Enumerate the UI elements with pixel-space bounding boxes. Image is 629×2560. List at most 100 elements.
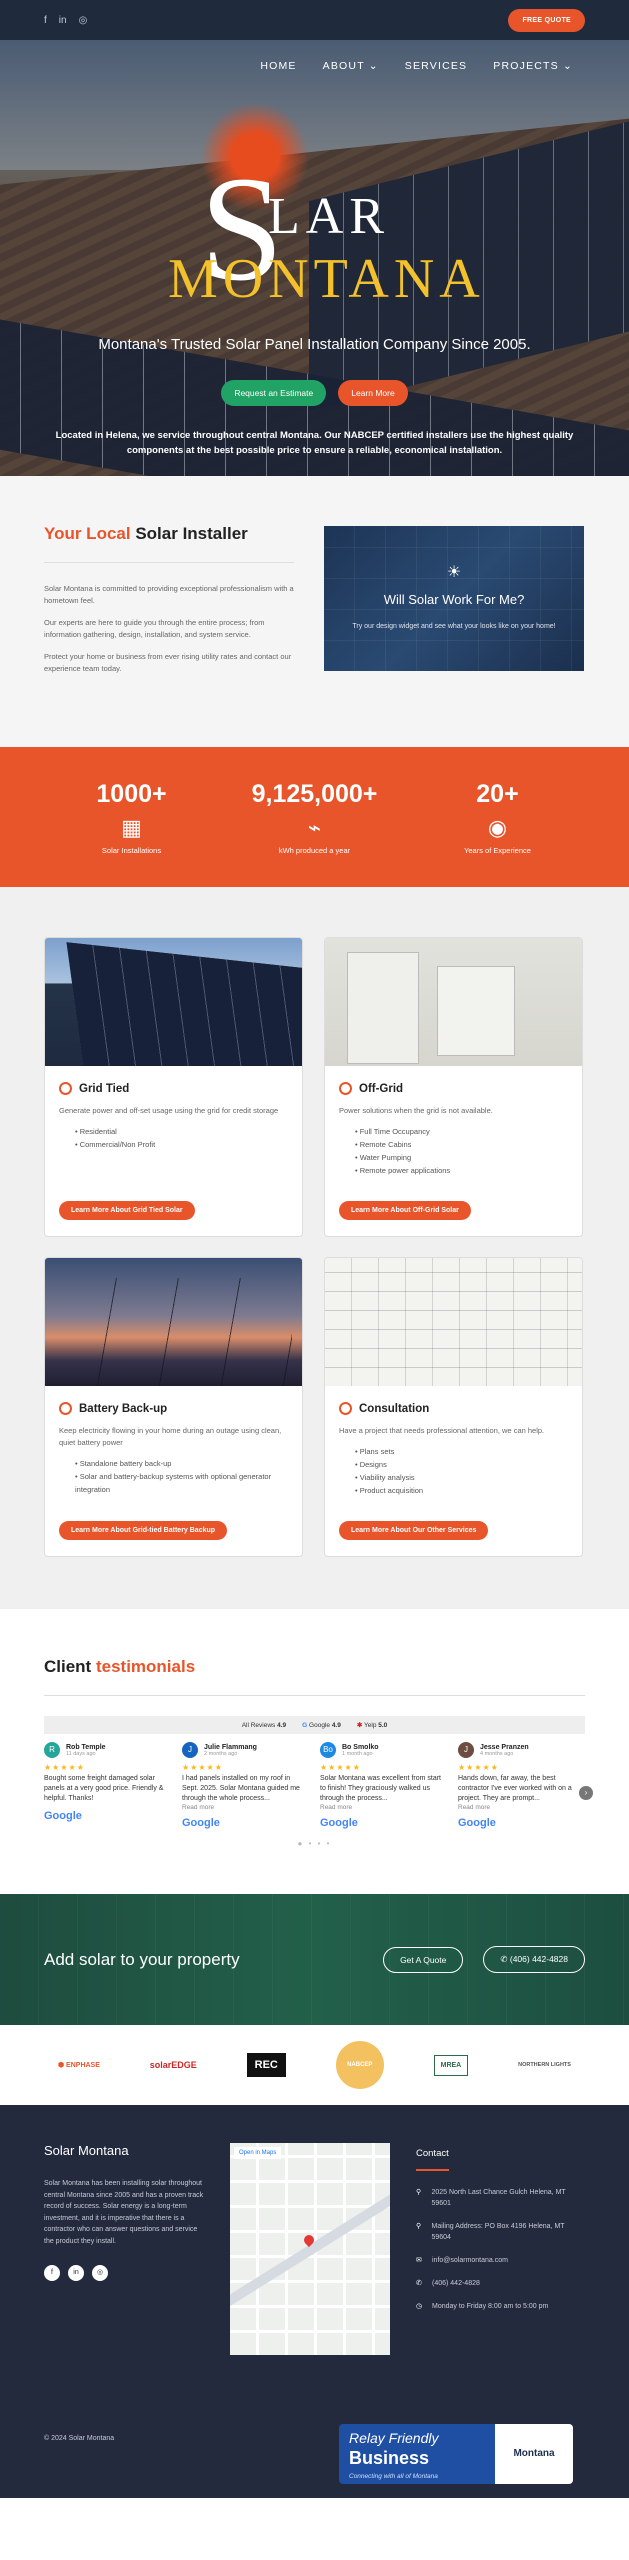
battery-backup-image xyxy=(45,1258,302,1386)
stat-label: kWh produced a year xyxy=(278,845,351,855)
testimonials-section: Client testimonials All Reviews 4.9 G Go… xyxy=(0,1609,629,1894)
read-more-link[interactable]: Read more xyxy=(320,1804,444,1811)
service-title: Consultation xyxy=(359,1402,430,1415)
contact-hours: ◷ Monday to Friday 8:00 am to 5:00 pm xyxy=(416,2303,549,2310)
google-logo: Google xyxy=(44,1810,82,1822)
cta-title: Add solar to your property xyxy=(44,1949,240,1969)
open-in-maps-link[interactable]: Open in Maps xyxy=(234,2147,282,2159)
hero-subtitle: Montana's Trusted Solar Panel Installati… xyxy=(98,336,531,353)
contact-address: ⚲ 2025 North Last Chance Gulch Helena, MT… xyxy=(416,2189,566,2207)
tab-google-reviews[interactable]: G Google 4.9 xyxy=(302,1722,341,1729)
phone-button[interactable]: ✆ (406) 442-4828 xyxy=(483,1946,585,1973)
reviewer-name: Jesse Pranzen xyxy=(480,1743,529,1751)
nav-about[interactable]: ABOUT ⌄ xyxy=(323,60,379,72)
service-description: Power solutions when the grid is not ava… xyxy=(339,1106,493,1115)
contact-phone[interactable]: ✆ (406) 442-4828 xyxy=(416,2278,576,2289)
email-icon: ✉ xyxy=(416,2257,422,2264)
grid-tied-image xyxy=(45,938,302,1066)
footer: Solar Montana Solar Montana has been ins… xyxy=(0,2105,629,2498)
facebook-icon[interactable]: f xyxy=(44,15,47,26)
consultation-image xyxy=(325,1258,582,1386)
nav-home[interactable]: HOME xyxy=(260,60,296,72)
service-card-battery-backup: Battery Back-up Keep electricity flowing… xyxy=(44,1257,303,1557)
nabcep-logo: NABCEP xyxy=(335,2041,384,2089)
service-icon xyxy=(59,1402,72,1415)
cta-banner: Add solar to your property Get A Quote ✆… xyxy=(0,1894,629,2025)
reviewer-name: Bo Smolko xyxy=(342,1743,379,1751)
read-more-link[interactable]: Read more xyxy=(182,1804,306,1811)
location-map[interactable]: Open in Maps xyxy=(230,2143,390,2355)
list-item: Plans sets xyxy=(355,1445,568,1458)
list-item: Solar and battery-backup systems with op… xyxy=(75,1470,288,1496)
review-sources-bar: All Reviews 4.9 G Google 4.9 ✱ Yelp 5.0 xyxy=(44,1716,585,1734)
main-nav: HOME ABOUT ⌄ SERVICES PROJECTS ⌄ xyxy=(260,60,573,72)
service-icon xyxy=(339,1082,352,1095)
star-rating: ★★★★★ xyxy=(458,1763,499,1772)
mrea-logo: MREA xyxy=(433,2054,469,2076)
get-quote-button[interactable]: Get A Quote xyxy=(383,1946,464,1973)
solaredge-logo: solarEDGE xyxy=(149,2060,197,2070)
linkedin-icon[interactable]: in xyxy=(59,15,67,26)
review-card: Bo Bo Smolko 1 month ago ★★★★★ Solar Monta… xyxy=(320,1742,444,1829)
consultation-learn-more-button[interactable]: Learn More About Our Other Services xyxy=(339,1521,489,1540)
list-item: Remote power applications xyxy=(355,1164,568,1177)
carousel-dots[interactable]: ● • • • xyxy=(44,1839,585,1848)
service-card-consultation: Consultation Have a project that needs p… xyxy=(324,1257,583,1557)
list-item: Viability analysis xyxy=(355,1471,568,1484)
avatar: Bo xyxy=(320,1742,336,1758)
review-text: I had panels installed on my roof in Sep… xyxy=(182,1775,300,1802)
will-solar-work-card[interactable]: ☀ Will Solar Work For Me? Try our design… xyxy=(324,526,584,671)
off-grid-learn-more-button[interactable]: Learn More About Off-Grid Solar xyxy=(339,1201,471,1220)
facebook-icon[interactable]: f xyxy=(44,2265,60,2281)
linkedin-icon[interactable]: in xyxy=(68,2265,84,2281)
carousel-next-icon[interactable]: › xyxy=(579,1786,593,1800)
stat-number: 1000+ xyxy=(96,779,167,808)
reviewer-name: Rob Temple xyxy=(66,1743,106,1751)
service-description: Keep electricity flowing in your home du… xyxy=(59,1426,282,1447)
battery-icon: ⌁ xyxy=(307,814,322,840)
location-icon: ⚲ xyxy=(416,2223,422,2230)
list-item: Full Time Occupancy xyxy=(355,1125,568,1138)
stat-label: Years of Experience xyxy=(464,845,531,855)
hero-note: Located in Helena, we service throughout… xyxy=(55,430,574,456)
logo-montana: MONTANA xyxy=(168,248,485,310)
battery-backup-learn-more-button[interactable]: Learn More About Grid-tied Battery Backu… xyxy=(59,1521,228,1540)
stat-installations: 1000+ ▦ Solar Installations xyxy=(47,780,217,855)
contact-email[interactable]: ✉ info@solarmontana.com xyxy=(416,2255,576,2266)
nav-services[interactable]: SERVICES xyxy=(405,60,468,72)
installer-text: Your Local Solar Installer Solar Montana… xyxy=(44,524,294,685)
enphase-logo: ⬢ ENPHASE xyxy=(58,2062,100,2069)
montana-relay-logo: Montana xyxy=(495,2424,573,2484)
grid-tied-learn-more-button[interactable]: Learn More About Grid Tied Solar xyxy=(59,1201,195,1220)
learn-more-button[interactable]: Learn More xyxy=(338,380,408,406)
will-solar-work-text: Try our design widget and see what your … xyxy=(352,623,556,630)
will-solar-work-title: Will Solar Work For Me? xyxy=(383,592,525,607)
free-quote-button[interactable]: FREE QUOTE xyxy=(508,8,585,32)
instagram-icon[interactable]: ◎ xyxy=(79,15,88,26)
installer-paragraph: Protect your home or business from ever … xyxy=(44,652,292,673)
footer-about-text: Solar Montana has been installing solar … xyxy=(44,2180,204,2245)
tab-all-reviews[interactable]: All Reviews 4.9 xyxy=(242,1722,286,1729)
review-card: J Julie Flammang 2 months ago ★★★★★ I had … xyxy=(182,1742,306,1829)
stats-banner: 1000+ ▦ Solar Installations 9,125,000+ ⌁… xyxy=(0,747,629,887)
star-rating: ★★★★★ xyxy=(320,1763,361,1772)
instagram-icon[interactable]: ◎ xyxy=(92,2265,108,2281)
service-title: Off-Grid xyxy=(359,1082,404,1095)
review-date: 1 month ago xyxy=(342,1750,373,1757)
tab-yelp-reviews[interactable]: ✱ Yelp 5.0 xyxy=(357,1721,387,1729)
stat-years: 20+ ◉ Years of Experience xyxy=(413,780,583,855)
nav-projects[interactable]: PROJECTS ⌄ xyxy=(493,60,573,72)
relay-friendly-badge[interactable]: Relay Friendly Business Connecting with … xyxy=(339,2424,573,2484)
solar-panel-icon: ▦ xyxy=(121,814,142,840)
review-card: J Jesse Pranzen 4 months ago ★★★★★ Hands d… xyxy=(458,1742,582,1829)
list-item: Residential xyxy=(75,1125,288,1138)
reviews-carousel: R Rob Temple 11 days ago ★★★★★ Bought some… xyxy=(44,1742,593,1829)
service-card-off-grid: Off-Grid Power solutions when the grid i… xyxy=(324,937,583,1237)
request-estimate-button[interactable]: Request an Estimate xyxy=(221,380,327,406)
stat-label: Solar Installations xyxy=(101,845,162,855)
read-more-link[interactable]: Read more xyxy=(458,1804,582,1811)
off-grid-image xyxy=(325,938,582,1066)
phone-icon: ✆ xyxy=(416,2280,422,2287)
worker-icon: ◉ xyxy=(487,814,508,840)
service-card-grid-tied: Grid Tied Generate power and off-set usa… xyxy=(44,937,303,1237)
